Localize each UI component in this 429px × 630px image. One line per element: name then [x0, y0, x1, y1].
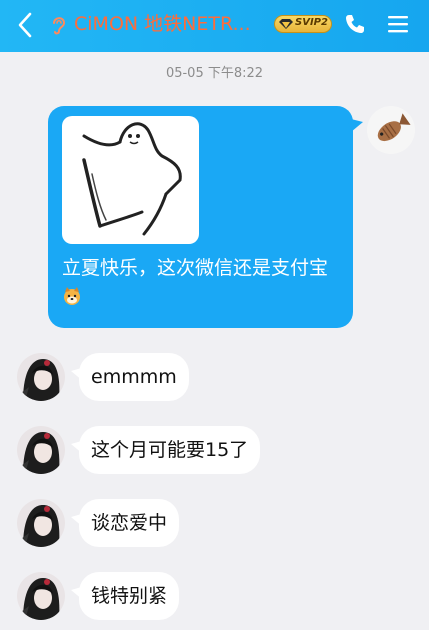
contact-avatar[interactable] — [17, 426, 65, 474]
svip-diamond-icon — [279, 19, 293, 29]
incoming-message-bubble[interactable]: 钱特别紧 — [71, 572, 180, 620]
incoming-message-bubble[interactable]: 这个月可能要15了 — [71, 426, 261, 474]
message-timestamp: 05-05 下午8:22 — [165, 66, 264, 81]
ear-icon[interactable] — [50, 14, 68, 36]
outgoing-message-bubble[interactable]: 立夏快乐，这次微信还是支付宝 — [48, 106, 363, 328]
contact-avatar[interactable] — [17, 353, 65, 401]
contact-avatar[interactable] — [17, 499, 65, 547]
chat-header: CiMON 地铁NETR... SVIP2 — [0, 0, 429, 52]
incoming-message-bubble[interactable]: 谈恋爱中 — [71, 499, 180, 547]
incoming-message-text: 谈恋爱中 — [91, 512, 168, 534]
menu-button[interactable] — [386, 12, 410, 36]
my-avatar[interactable] — [367, 106, 415, 154]
contact-avatar[interactable] — [17, 572, 65, 620]
bubble-tail — [347, 118, 363, 132]
bubble-tail — [71, 440, 85, 454]
bubble-tail — [71, 367, 85, 381]
phone-icon — [346, 15, 364, 33]
outgoing-message-text-content: 立夏快乐，这次微信还是支付宝 — [62, 257, 329, 279]
svip-badge-label: SVIP2 — [295, 17, 328, 28]
hamburger-menu-icon — [388, 16, 408, 33]
bubble-tail — [71, 586, 85, 600]
svip-badge[interactable]: SVIP2 — [274, 15, 332, 33]
contact-avatar-icon — [17, 353, 65, 401]
contact-avatar-icon — [17, 572, 65, 620]
chat-title[interactable]: CiMON 地铁NETR... — [74, 11, 266, 37]
dog-face-emoji-icon — [64, 287, 80, 305]
contact-avatar-icon — [17, 499, 65, 547]
ghost-sticker-icon[interactable] — [62, 116, 199, 244]
outgoing-message-text: 立夏快乐，这次微信还是支付宝 — [62, 254, 338, 312]
phone-call-button[interactable] — [343, 12, 367, 36]
incoming-message-text: 钱特别紧 — [91, 585, 168, 607]
contact-avatar-icon — [17, 426, 65, 474]
bubble-tail — [71, 513, 85, 527]
incoming-message-text: 这个月可能要15了 — [91, 439, 249, 461]
back-button[interactable] — [14, 10, 38, 40]
incoming-message-text: emmmm — [91, 366, 177, 388]
chevron-left-icon — [18, 12, 32, 38]
incoming-message-bubble[interactable]: emmmm — [71, 353, 189, 401]
fish-avatar-icon — [367, 106, 415, 154]
